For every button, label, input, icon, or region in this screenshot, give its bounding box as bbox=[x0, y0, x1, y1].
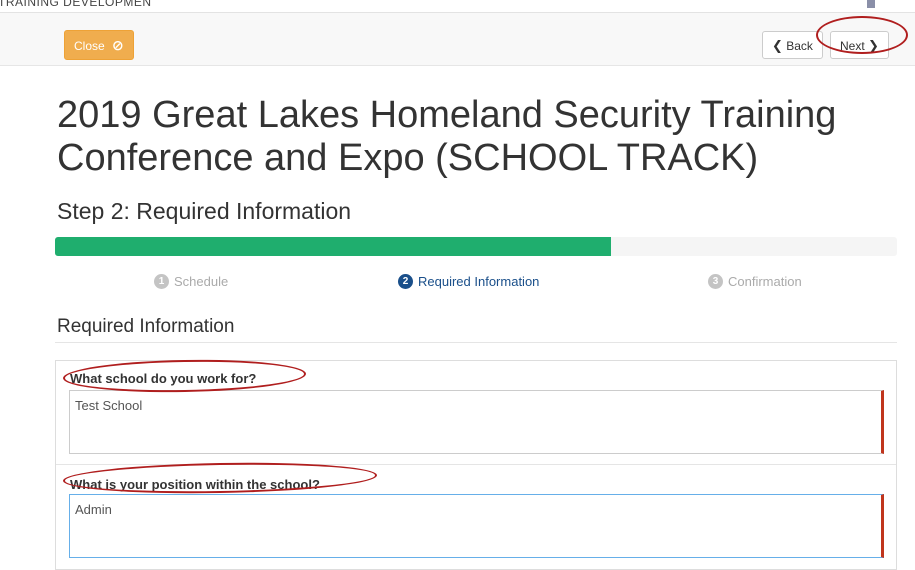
step-label-required-information: Required Information bbox=[418, 274, 540, 289]
close-button[interactable]: Close ⊘ bbox=[64, 30, 134, 60]
section-title: Required Information bbox=[57, 316, 235, 337]
next-button-label: Next bbox=[840, 39, 865, 53]
ban-icon: ⊘ bbox=[112, 37, 124, 53]
back-button[interactable]: ❮ Back bbox=[762, 31, 823, 59]
back-button-label: Back bbox=[786, 39, 813, 53]
chevron-right-icon: ❯ bbox=[868, 38, 879, 53]
top-strip: TRAINING DEVELOPMEN bbox=[0, 0, 915, 13]
school-input[interactable]: Test School bbox=[69, 390, 884, 454]
step-number-2: 2 bbox=[398, 274, 413, 289]
step-title: Step 2: Required Information bbox=[57, 198, 352, 224]
step-number-3: 3 bbox=[708, 274, 723, 289]
section-divider bbox=[55, 342, 897, 343]
step-schedule: 1 Schedule bbox=[154, 274, 228, 289]
position-input[interactable]: Admin bbox=[69, 494, 884, 558]
chevron-left-icon: ❮ bbox=[772, 38, 783, 53]
step-indicator: 1 Schedule 2 Required Information 3 Conf… bbox=[0, 274, 915, 294]
progress-bar-fill bbox=[55, 237, 611, 256]
top-strip-text: TRAINING DEVELOPMEN bbox=[0, 0, 152, 9]
step-number-1: 1 bbox=[154, 274, 169, 289]
step-label-confirmation: Confirmation bbox=[728, 274, 802, 289]
step-confirmation: 3 Confirmation bbox=[708, 274, 802, 289]
field-divider bbox=[56, 464, 896, 465]
progress-bar bbox=[55, 237, 897, 256]
close-button-label: Close bbox=[74, 39, 105, 53]
toolbar: Close ⊘ ❮ Back Next ❯ bbox=[0, 13, 915, 66]
top-strip-icon bbox=[867, 0, 875, 8]
step-label-schedule: Schedule bbox=[174, 274, 229, 289]
position-field-label: What is your position within the school? bbox=[70, 477, 320, 492]
page-title: 2019 Great Lakes Homeland Security Train… bbox=[57, 94, 837, 179]
school-field-label: What school do you work for? bbox=[70, 371, 257, 386]
next-button[interactable]: Next ❯ bbox=[830, 31, 889, 59]
step-required-information: 2 Required Information bbox=[398, 274, 539, 289]
